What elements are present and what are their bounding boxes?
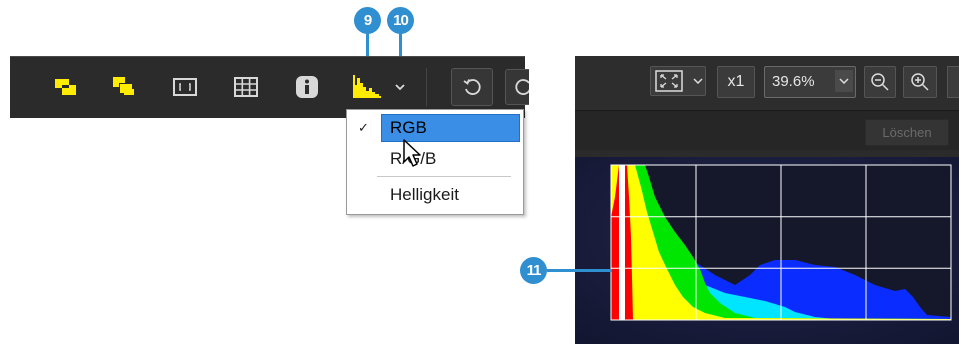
fit-view-button[interactable] <box>650 66 706 96</box>
scale-label: x1 <box>727 73 745 90</box>
menu-item-label: RGB <box>390 118 427 137</box>
zoom-in-button[interactable] <box>903 66 937 98</box>
histogram-mode-menu: ✓ RGB R/G/B Helligkeit <box>346 109 524 215</box>
chevron-down-icon <box>693 78 703 84</box>
crop-frame-icon[interactable] <box>168 56 202 118</box>
rotate-icon <box>463 79 481 95</box>
zoom-out-button[interactable] <box>864 66 896 98</box>
mouse-cursor-icon <box>403 139 421 167</box>
panel-toolbar: x1 39.6% <box>575 56 959 111</box>
zoom-select[interactable]: 39.6% <box>764 66 856 98</box>
menu-separator <box>377 176 511 177</box>
callout-9-badge: 9 <box>354 7 381 34</box>
scale-1x-button[interactable]: x1 <box>717 66 755 98</box>
menu-item-label: Helligkeit <box>390 185 459 204</box>
overlay-icon[interactable] <box>50 56 82 118</box>
panel-subbar: Löschen <box>575 111 959 150</box>
histogram-panel: x1 39.6% Löschen <box>575 56 959 344</box>
overflow-button-edge[interactable] <box>947 66 959 98</box>
grid-icon[interactable] <box>229 56 263 118</box>
info-icon[interactable] <box>291 56 323 118</box>
histogram-white-peak <box>619 165 625 320</box>
chevron-down-icon <box>835 70 853 92</box>
zoom-in-icon <box>911 73 929 91</box>
overlay-alt-icon[interactable] <box>107 56 139 118</box>
callout-10-badge: 10 <box>387 7 414 34</box>
fit-screen-icon <box>655 70 683 92</box>
clear-button[interactable]: Löschen <box>865 119 949 146</box>
rotate-cw-icon <box>515 79 529 95</box>
menu-item-rgb-separate[interactable]: R/G/B <box>347 145 523 173</box>
menu-item-rgb[interactable]: ✓ RGB <box>347 114 523 142</box>
histogram-chart <box>575 157 959 344</box>
zoom-value: 39.6% <box>772 73 815 90</box>
menu-item-brightness[interactable]: Helligkeit <box>347 181 523 209</box>
checkmark-icon: ✓ <box>358 120 369 135</box>
callout-11-line <box>547 269 612 272</box>
callout-11-badge: 11 <box>520 257 547 284</box>
zoom-out-icon <box>871 73 889 91</box>
